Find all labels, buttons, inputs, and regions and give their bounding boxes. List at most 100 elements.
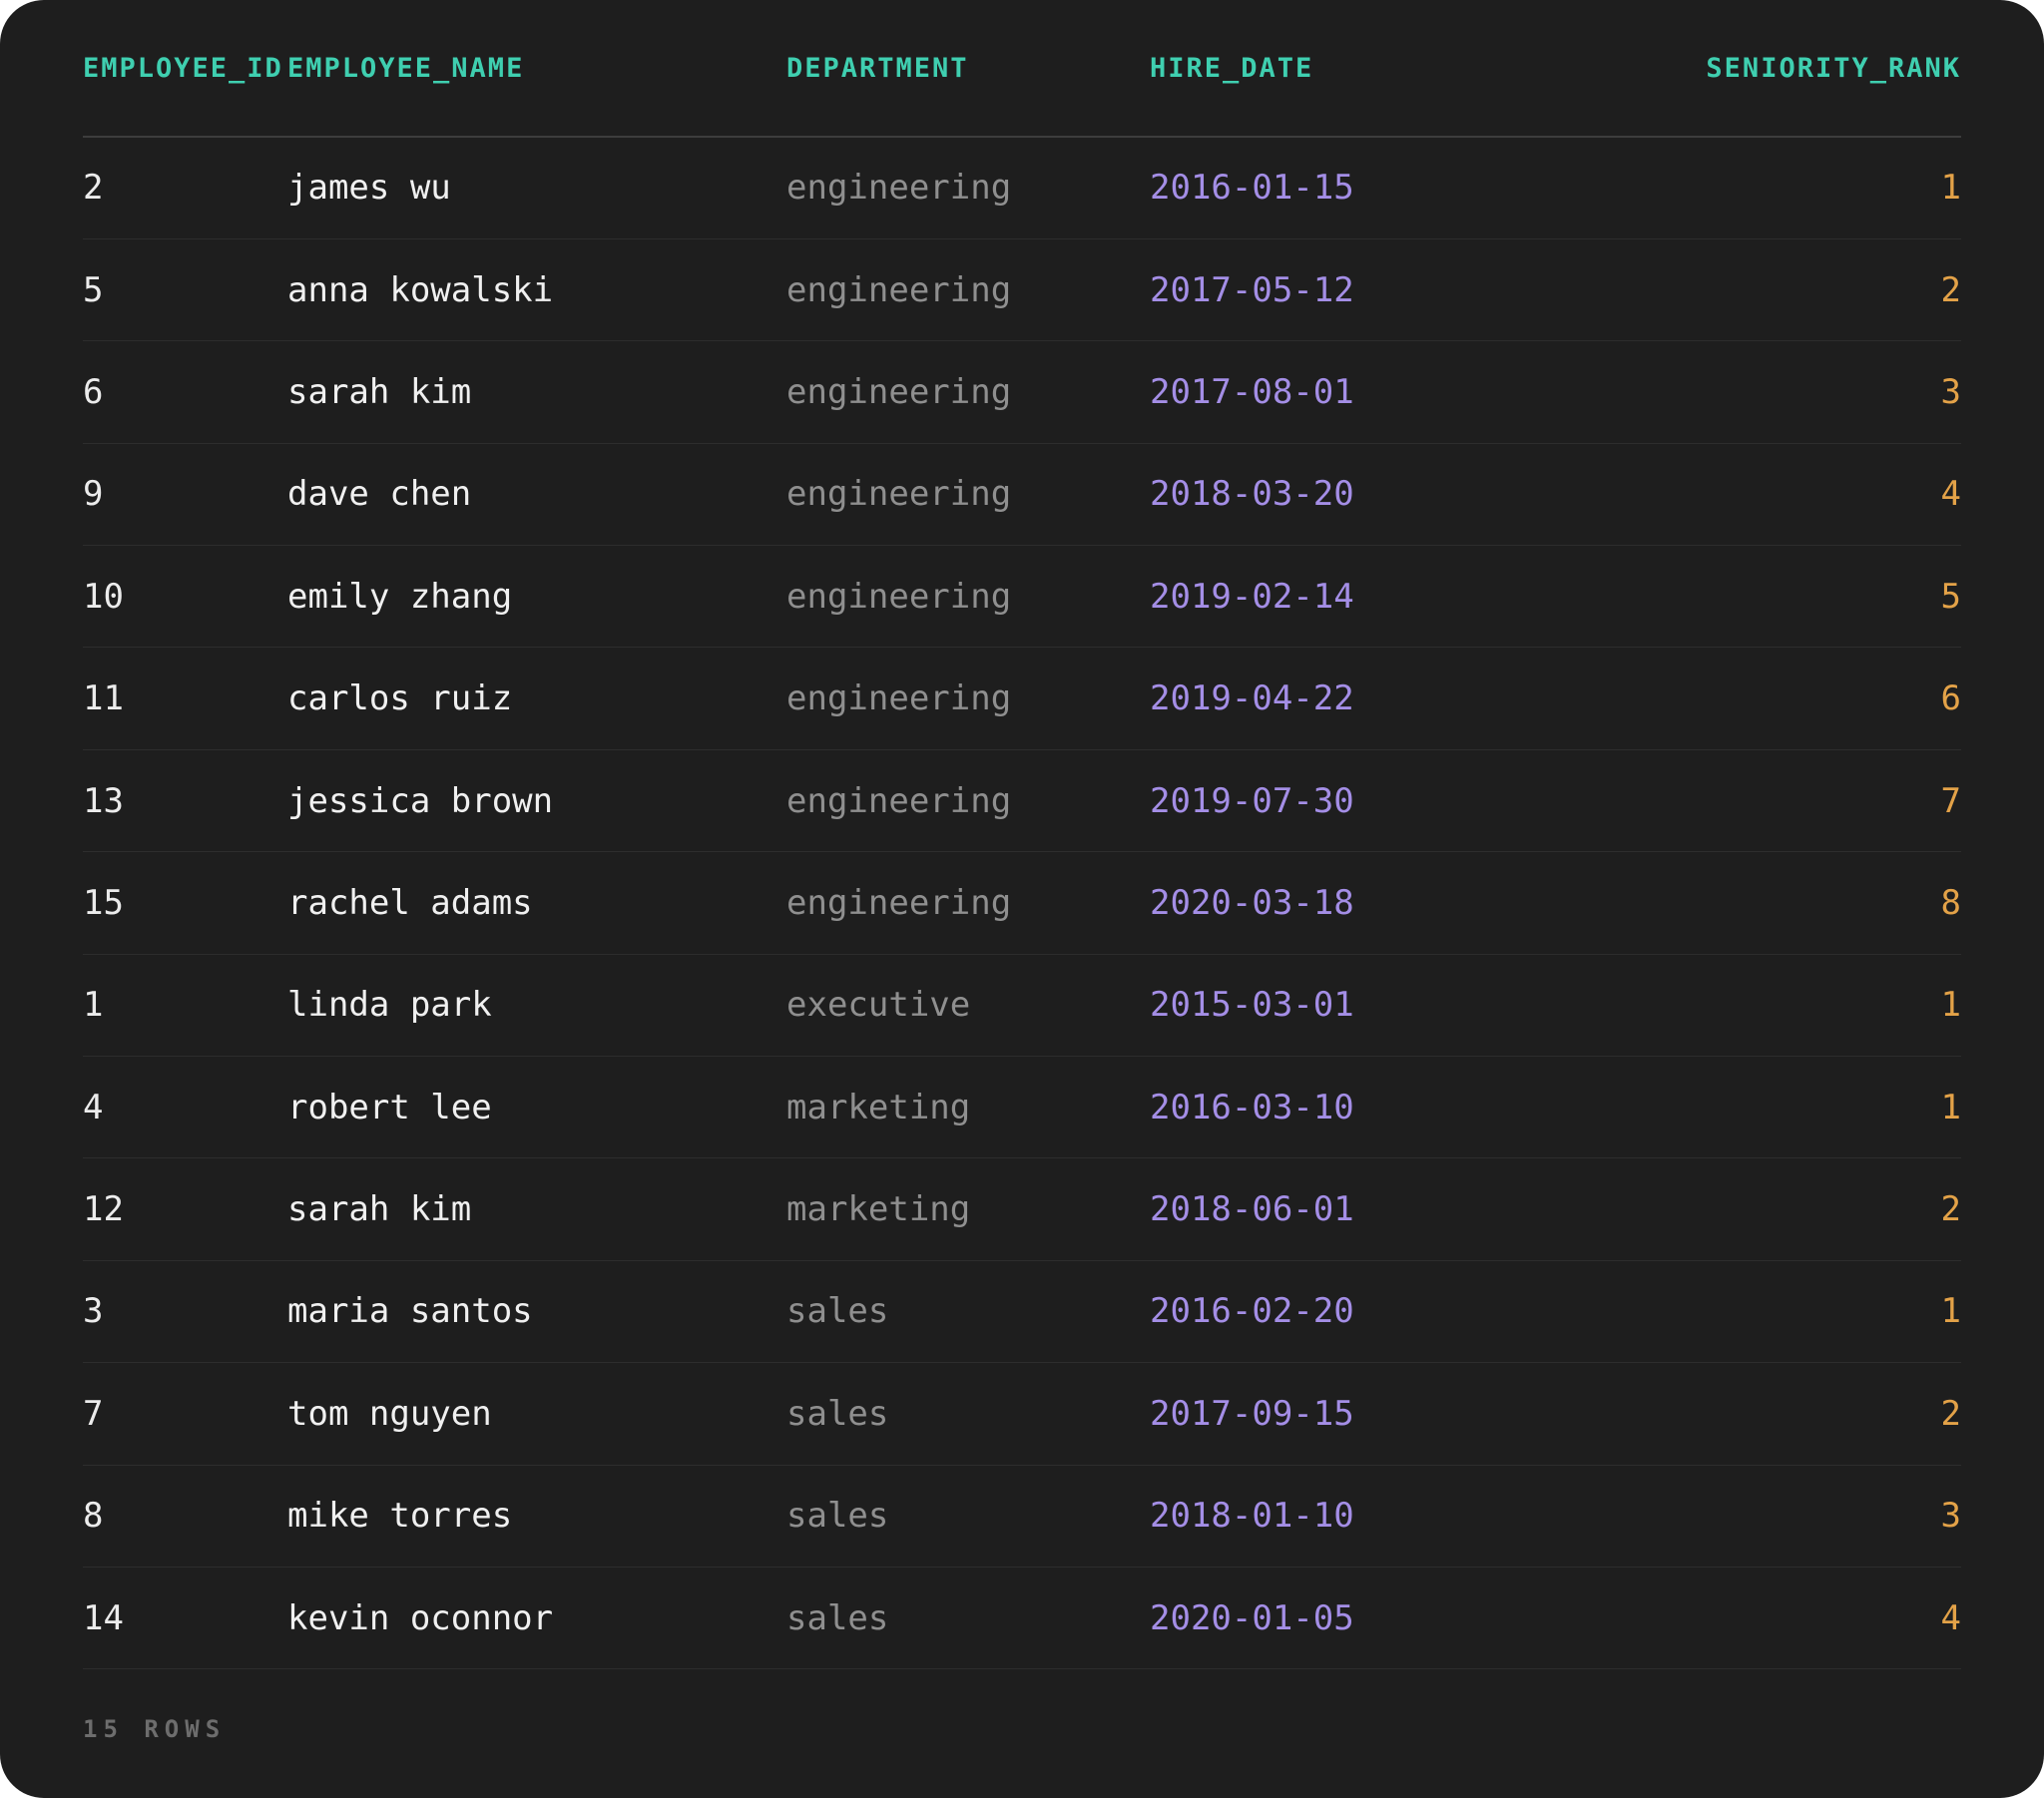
row-count-label: 15 ROWS [83, 1715, 227, 1744]
table-row[interactable]: 11 carlos ruiz engineering 2019-04-22 6 [83, 647, 1961, 750]
hire-date-cell: 2020-03-18 [1150, 851, 1399, 955]
hire-date-cell: 2019-07-30 [1150, 749, 1399, 853]
employee-id-cell: 6 [83, 340, 287, 444]
table-header: EMPLOYEE_ID EMPLOYEE_NAME DEPARTMENT HIR… [83, 0, 1961, 138]
hire-date-cell: 2017-05-12 [1150, 238, 1399, 342]
department-cell: sales [786, 1362, 1150, 1466]
table-row[interactable]: 14 kevin oconnor sales 2020-01-05 4 [83, 1567, 1961, 1670]
employee-id-cell: 1 [83, 954, 287, 1058]
hire-date-cell: 2019-02-14 [1150, 545, 1399, 649]
employee-id-cell: 11 [83, 647, 287, 750]
seniority-rank-cell: 6 [1399, 647, 1961, 750]
hire-date-cell: 2018-01-10 [1150, 1465, 1399, 1568]
employee-id-cell: 3 [83, 1260, 287, 1364]
employee-name-cell: anna kowalski [287, 238, 786, 342]
table-row[interactable]: 4 robert lee marketing 2016-03-10 1 [83, 1056, 1961, 1159]
employee-name-cell: james wu [287, 137, 786, 239]
seniority-rank-cell: 1 [1399, 1260, 1961, 1364]
results-table: EMPLOYEE_ID EMPLOYEE_NAME DEPARTMENT HIR… [83, 0, 1961, 1670]
column-header-seniority-rank[interactable]: SENIORITY_RANK [1399, 0, 1961, 138]
column-header-department[interactable]: DEPARTMENT [786, 0, 1150, 138]
header-row: EMPLOYEE_ID EMPLOYEE_NAME DEPARTMENT HIR… [83, 0, 1961, 138]
table-row[interactable]: 2 james wu engineering 2016-01-15 1 [83, 137, 1961, 239]
employee-name-cell: sarah kim [287, 1157, 786, 1261]
employee-id-cell: 15 [83, 851, 287, 955]
employee-id-cell: 8 [83, 1465, 287, 1568]
hire-date-cell: 2019-04-22 [1150, 647, 1399, 750]
hire-date-cell: 2016-03-10 [1150, 1056, 1399, 1159]
employee-id-cell: 7 [83, 1362, 287, 1466]
column-header-employee-id[interactable]: EMPLOYEE_ID [83, 0, 287, 138]
seniority-rank-cell: 3 [1399, 1465, 1961, 1568]
hire-date-cell: 2016-02-20 [1150, 1260, 1399, 1364]
seniority-rank-cell: 2 [1399, 1362, 1961, 1466]
table-row[interactable]: 5 anna kowalski engineering 2017-05-12 2 [83, 238, 1961, 342]
column-header-hire-date[interactable]: HIRE_DATE [1150, 0, 1399, 138]
employee-name-cell: robert lee [287, 1056, 786, 1159]
table-row[interactable]: 3 maria santos sales 2016-02-20 1 [83, 1260, 1961, 1364]
seniority-rank-cell: 4 [1399, 1567, 1961, 1670]
employee-id-cell: 5 [83, 238, 287, 342]
department-cell: engineering [786, 137, 1150, 239]
seniority-rank-cell: 3 [1399, 340, 1961, 444]
department-cell: engineering [786, 340, 1150, 444]
department-cell: executive [786, 954, 1150, 1058]
employee-name-cell: mike torres [287, 1465, 786, 1568]
seniority-rank-cell: 4 [1399, 443, 1961, 547]
department-cell: engineering [786, 545, 1150, 649]
employee-name-cell: linda park [287, 954, 786, 1058]
table-row[interactable]: 6 sarah kim engineering 2017-08-01 3 [83, 340, 1961, 444]
department-cell: sales [786, 1567, 1150, 1670]
seniority-rank-cell: 2 [1399, 238, 1961, 342]
employee-name-cell: dave chen [287, 443, 786, 547]
employee-id-cell: 9 [83, 443, 287, 547]
department-cell: marketing [786, 1056, 1150, 1159]
table-row[interactable]: 12 sarah kim marketing 2018-06-01 2 [83, 1157, 1961, 1261]
table-row[interactable]: 8 mike torres sales 2018-01-10 3 [83, 1465, 1961, 1568]
seniority-rank-cell: 5 [1399, 545, 1961, 649]
employee-name-cell: carlos ruiz [287, 647, 786, 750]
table-row[interactable]: 13 jessica brown engineering 2019-07-30 … [83, 749, 1961, 853]
employee-id-cell: 14 [83, 1567, 287, 1670]
employee-id-cell: 10 [83, 545, 287, 649]
table-row[interactable]: 15 rachel adams engineering 2020-03-18 8 [83, 851, 1961, 955]
hire-date-cell: 2015-03-01 [1150, 954, 1399, 1058]
department-cell: engineering [786, 443, 1150, 547]
table-row[interactable]: 7 tom nguyen sales 2017-09-15 2 [83, 1362, 1961, 1466]
table-row[interactable]: 9 dave chen engineering 2018-03-20 4 [83, 443, 1961, 547]
employee-name-cell: jessica brown [287, 749, 786, 853]
hire-date-cell: 2020-01-05 [1150, 1567, 1399, 1670]
department-cell: engineering [786, 851, 1150, 955]
employee-name-cell: maria santos [287, 1260, 786, 1364]
seniority-rank-cell: 2 [1399, 1157, 1961, 1261]
seniority-rank-cell: 1 [1399, 1056, 1961, 1159]
employee-name-cell: kevin oconnor [287, 1567, 786, 1670]
employee-id-cell: 12 [83, 1157, 287, 1261]
department-cell: engineering [786, 238, 1150, 342]
department-cell: engineering [786, 647, 1150, 750]
employee-name-cell: tom nguyen [287, 1362, 786, 1466]
department-cell: sales [786, 1465, 1150, 1568]
hire-date-cell: 2018-06-01 [1150, 1157, 1399, 1261]
table-row[interactable]: 1 linda park executive 2015-03-01 1 [83, 954, 1961, 1058]
hire-date-cell: 2017-08-01 [1150, 340, 1399, 444]
employee-id-cell: 4 [83, 1056, 287, 1159]
employee-name-cell: rachel adams [287, 851, 786, 955]
table-row[interactable]: 10 emily zhang engineering 2019-02-14 5 [83, 545, 1961, 649]
seniority-rank-cell: 1 [1399, 954, 1961, 1058]
seniority-rank-cell: 8 [1399, 851, 1961, 955]
department-cell: marketing [786, 1157, 1150, 1261]
hire-date-cell: 2017-09-15 [1150, 1362, 1399, 1466]
hire-date-cell: 2016-01-15 [1150, 137, 1399, 239]
employee-name-cell: sarah kim [287, 340, 786, 444]
department-cell: sales [786, 1260, 1150, 1364]
employee-id-cell: 2 [83, 137, 287, 239]
column-header-employee-name[interactable]: EMPLOYEE_NAME [287, 0, 786, 138]
table-body: 2 james wu engineering 2016-01-15 1 5 an… [83, 137, 1961, 1670]
employee-name-cell: emily zhang [287, 545, 786, 649]
seniority-rank-cell: 7 [1399, 749, 1961, 853]
results-panel: EMPLOYEE_ID EMPLOYEE_NAME DEPARTMENT HIR… [0, 0, 2044, 1798]
hire-date-cell: 2018-03-20 [1150, 443, 1399, 547]
seniority-rank-cell: 1 [1399, 137, 1961, 239]
employee-id-cell: 13 [83, 749, 287, 853]
